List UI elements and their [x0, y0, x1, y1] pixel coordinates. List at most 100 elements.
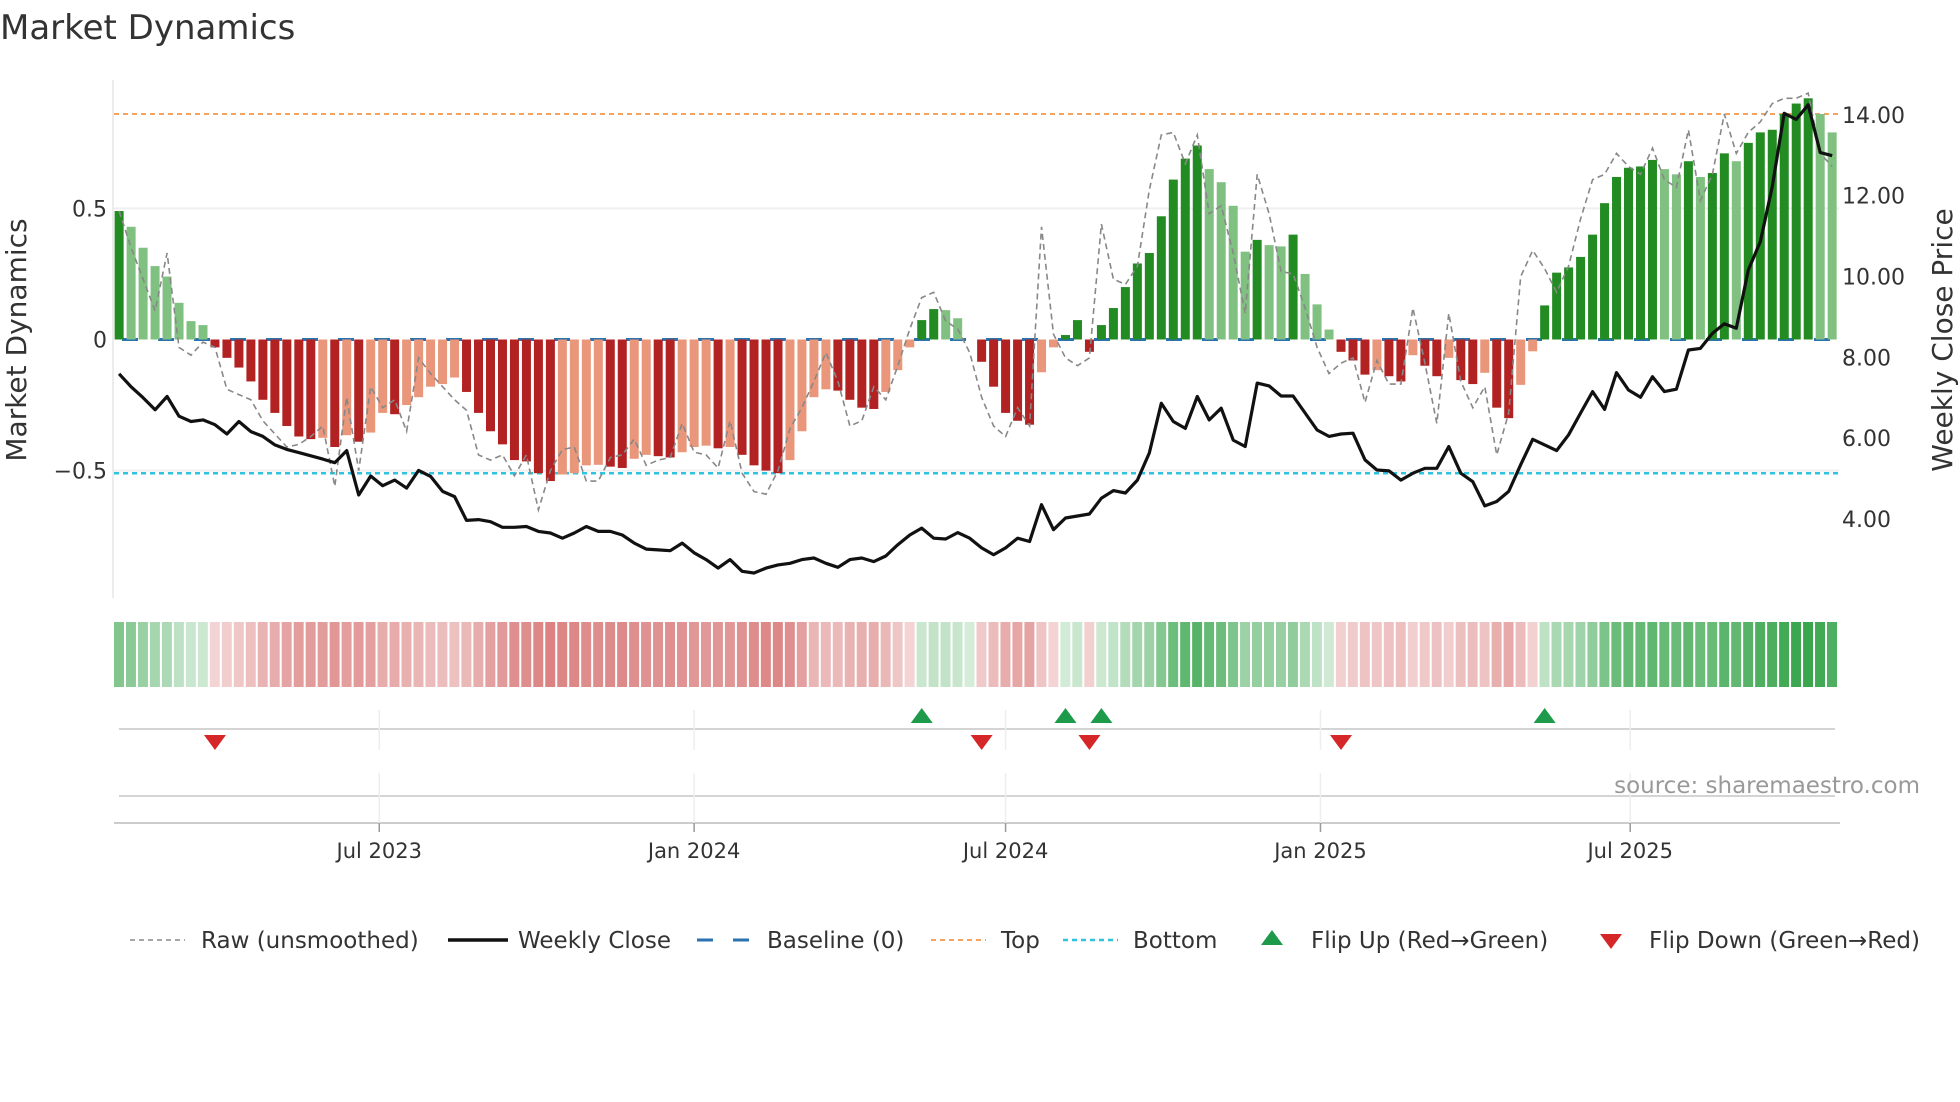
momentum-bar [186, 321, 196, 340]
heat-cell [377, 622, 388, 687]
momentum-bar [1060, 335, 1070, 340]
momentum-bar [725, 339, 735, 447]
heat-cell [868, 622, 879, 687]
heat-cell [1096, 622, 1107, 687]
heat-cell [1815, 622, 1826, 687]
momentum-bar [354, 339, 364, 442]
heat-cell [772, 622, 783, 687]
momentum-bar [1612, 176, 1622, 340]
legend-label: Baseline (0) [767, 928, 904, 954]
heat-cell [557, 622, 568, 687]
heat-cell [353, 622, 364, 687]
momentum-bar [1600, 203, 1610, 340]
legend-flip-down-icon [1600, 934, 1622, 949]
heat-cell [1623, 622, 1634, 687]
momentum-bar [1288, 234, 1298, 340]
heat-cell [1120, 622, 1131, 687]
heat-cell [269, 622, 280, 687]
momentum-bars [114, 98, 1837, 482]
legend-item-close: Weekly Close [448, 928, 671, 954]
heat-cell [257, 622, 268, 687]
momentum-bar [162, 276, 172, 340]
heat-cell [641, 622, 652, 687]
legend-item-bottom: Bottom [1063, 928, 1217, 954]
momentum-bar [1504, 339, 1514, 419]
legend-item-raw: Raw (unsmoothed) [130, 928, 419, 954]
series-lines [117, 91, 1833, 575]
momentum-bar [749, 339, 759, 466]
flip-down-marker [203, 735, 226, 750]
momentum-bar [438, 339, 448, 385]
flip-down-marker [1078, 735, 1101, 750]
heat-cell [1755, 622, 1766, 687]
momentum-bar [1564, 267, 1574, 340]
momentum-bar [1803, 98, 1813, 340]
heat-cell [760, 622, 771, 687]
momentum-bar [1180, 158, 1190, 340]
heat-cell [1072, 622, 1083, 687]
heat-cell [1803, 622, 1814, 687]
momentum-bar [521, 339, 531, 462]
heat-cell [1743, 622, 1754, 687]
momentum-bar [653, 339, 663, 457]
momentum-bar [1384, 339, 1394, 377]
heat-cell [1228, 622, 1239, 687]
heat-cell [1707, 622, 1718, 687]
momentum-bar [581, 339, 591, 466]
momentum-bar [1324, 329, 1334, 340]
momentum-bar [1360, 339, 1370, 375]
heat-cell [1467, 622, 1478, 687]
heat-cell [401, 622, 412, 687]
heat-cell [784, 622, 795, 687]
heat-cell [413, 622, 424, 687]
heat-cell [1479, 622, 1490, 687]
y-tick-label: 0.5 [72, 197, 107, 222]
momentum-bar [282, 339, 292, 427]
momentum-bar [713, 339, 723, 449]
momentum-bar [689, 339, 699, 447]
momentum-bar [474, 339, 484, 413]
momentum-bar [306, 339, 316, 440]
momentum-bar [761, 339, 771, 471]
heat-cell [1455, 622, 1466, 687]
heat-cell [1779, 622, 1790, 687]
heat-cell [988, 622, 999, 687]
momentum-bar [1480, 339, 1490, 373]
heat-cell [1527, 622, 1538, 687]
flip-up-marker [1054, 708, 1077, 723]
heat-cell [1659, 622, 1670, 687]
heat-cell [1587, 622, 1598, 687]
legend-item-flip-up: Flip Up (Red→Green) [1261, 928, 1548, 954]
heat-cell [497, 622, 508, 687]
momentum-bar [737, 339, 747, 455]
momentum-bar [258, 339, 268, 400]
momentum-bar [1096, 325, 1106, 340]
momentum-bar [1408, 339, 1418, 356]
heat-cell [748, 622, 759, 687]
heat-cell [245, 622, 256, 687]
legend-label: Top [1000, 928, 1040, 954]
y-tick-label: 0 [93, 329, 107, 354]
heat-cell [820, 622, 831, 687]
y2-tick-label: 12.00 [1842, 185, 1905, 210]
market-dynamics-chart: Market Dynamics 0.5 0 −0.5 14.00 12.00 10.00… [0, 8, 1959, 954]
momentum-bar [1132, 263, 1142, 340]
heat-cell [1647, 622, 1658, 687]
momentum-bar [1552, 272, 1562, 340]
heat-cell [1311, 622, 1322, 687]
momentum-bar [1037, 339, 1047, 373]
momentum-bar [533, 339, 543, 474]
heat-cell [1240, 622, 1251, 687]
momentum-bar [1707, 173, 1717, 340]
heat-strip [114, 622, 1837, 687]
heat-cell [1695, 622, 1706, 687]
heat-cell [461, 622, 472, 687]
momentum-bar [114, 211, 124, 340]
heat-cell [581, 622, 592, 687]
momentum-bar [1156, 216, 1166, 340]
momentum-bar [1072, 320, 1082, 340]
heat-cell [233, 622, 244, 687]
momentum-bar [402, 339, 412, 406]
heat-cell [1635, 622, 1646, 687]
heat-cell [1299, 622, 1310, 687]
